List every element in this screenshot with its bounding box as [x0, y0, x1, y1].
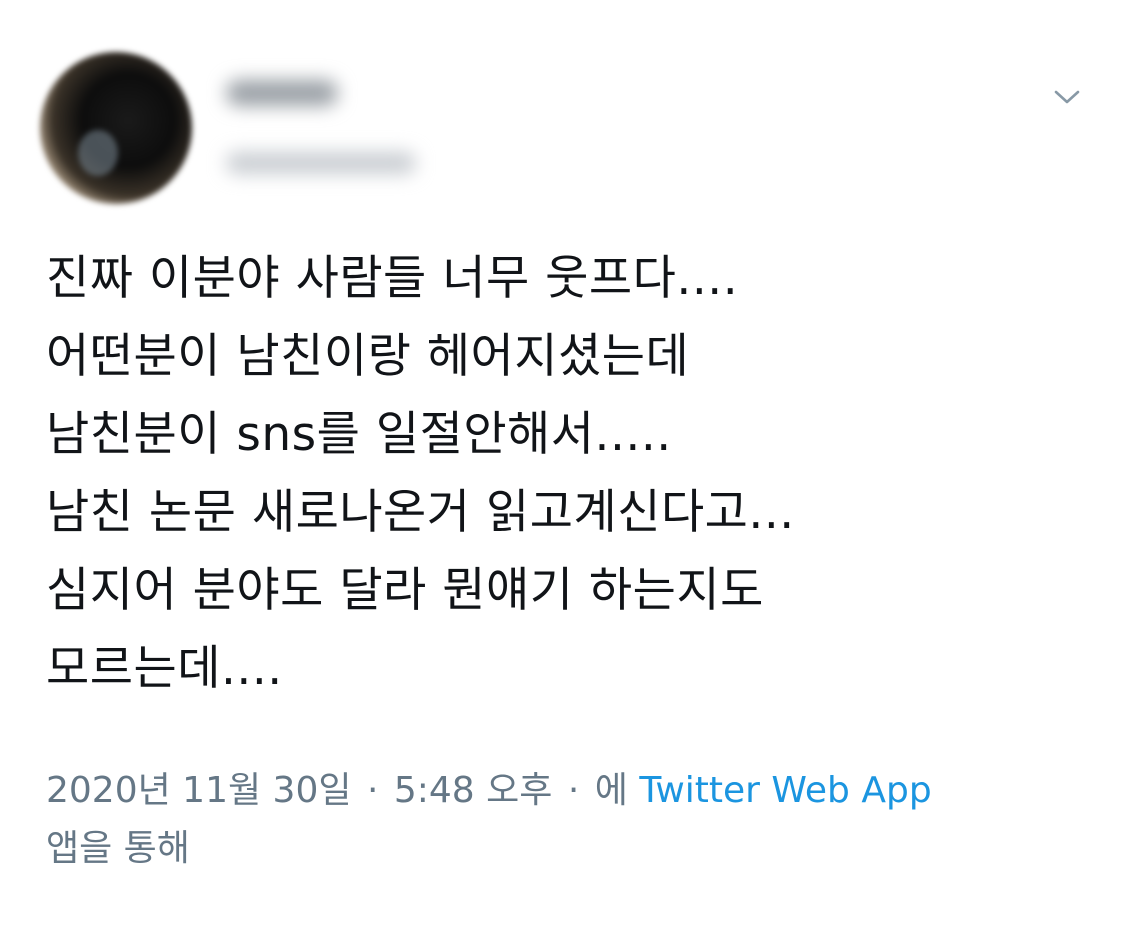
separator: ·	[366, 770, 379, 811]
source-app-link[interactable]: Twitter Web App	[639, 770, 931, 811]
via-prefix: 에	[594, 770, 628, 811]
username-redacted[interactable]	[226, 152, 416, 174]
tweet-line: 심지어 분야도 달라 뭔얘기 하는지도	[46, 563, 764, 618]
tweet-card: 진짜 이분야 사람들 너무 웃프다.... 어떤분이 남친이랑 헤어지셨는데 남…	[0, 0, 1125, 932]
separator: ·	[567, 770, 580, 811]
tweet-menu-button[interactable]	[1050, 84, 1084, 110]
display-name-redacted[interactable]	[226, 80, 338, 106]
tweet-metadata: 2020년 11월 30일 · 5:48 오후 · 에 Twitter Web …	[46, 762, 1086, 878]
avatar[interactable]	[40, 52, 192, 204]
tweet-time[interactable]: 5:48 오후	[394, 770, 553, 811]
via-suffix: 앱을 통해	[46, 828, 190, 869]
tweet-line: 남친 논문 새로나온거 읽고계신다고...	[46, 485, 795, 540]
tweet-line: 어떤분이 남친이랑 헤어지셨는데	[46, 329, 690, 384]
tweet-line: 모르는데....	[46, 641, 283, 696]
tweet-line: 남친분이 sns를 일절안해서.....	[46, 407, 672, 462]
tweet-date[interactable]: 2020년 11월 30일	[46, 770, 351, 811]
tweet-line: 진짜 이분야 사람들 너무 웃프다....	[46, 251, 739, 306]
chevron-down-icon	[1054, 90, 1080, 104]
tweet-text: 진짜 이분야 사람들 너무 웃프다.... 어떤분이 남친이랑 헤어지셨는데 남…	[46, 240, 1106, 708]
